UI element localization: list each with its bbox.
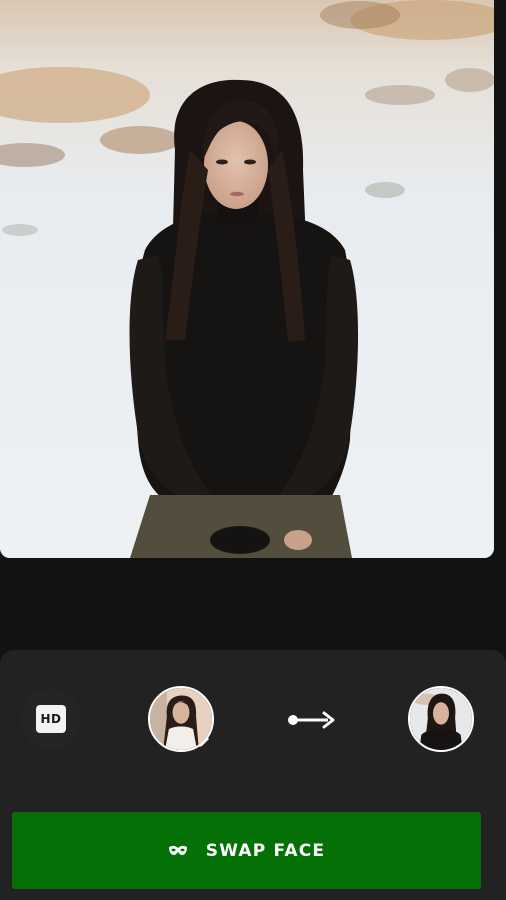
swap-face-button[interactable]: SWAP FACE [12,812,481,889]
preview-photo-image [0,0,494,558]
target-face-avatar[interactable] [408,686,474,752]
target-face-image [410,688,472,750]
mask-icon [168,845,187,855]
hd-label: HD [40,712,62,726]
hd-quality-button[interactable]: HD [21,689,81,749]
edit-pencil-icon[interactable] [197,735,211,749]
arrow-right-icon [288,711,335,729]
swap-face-label: SWAP FACE [205,840,326,861]
preview-photo [0,0,494,558]
hd-icon: HD [36,705,66,733]
